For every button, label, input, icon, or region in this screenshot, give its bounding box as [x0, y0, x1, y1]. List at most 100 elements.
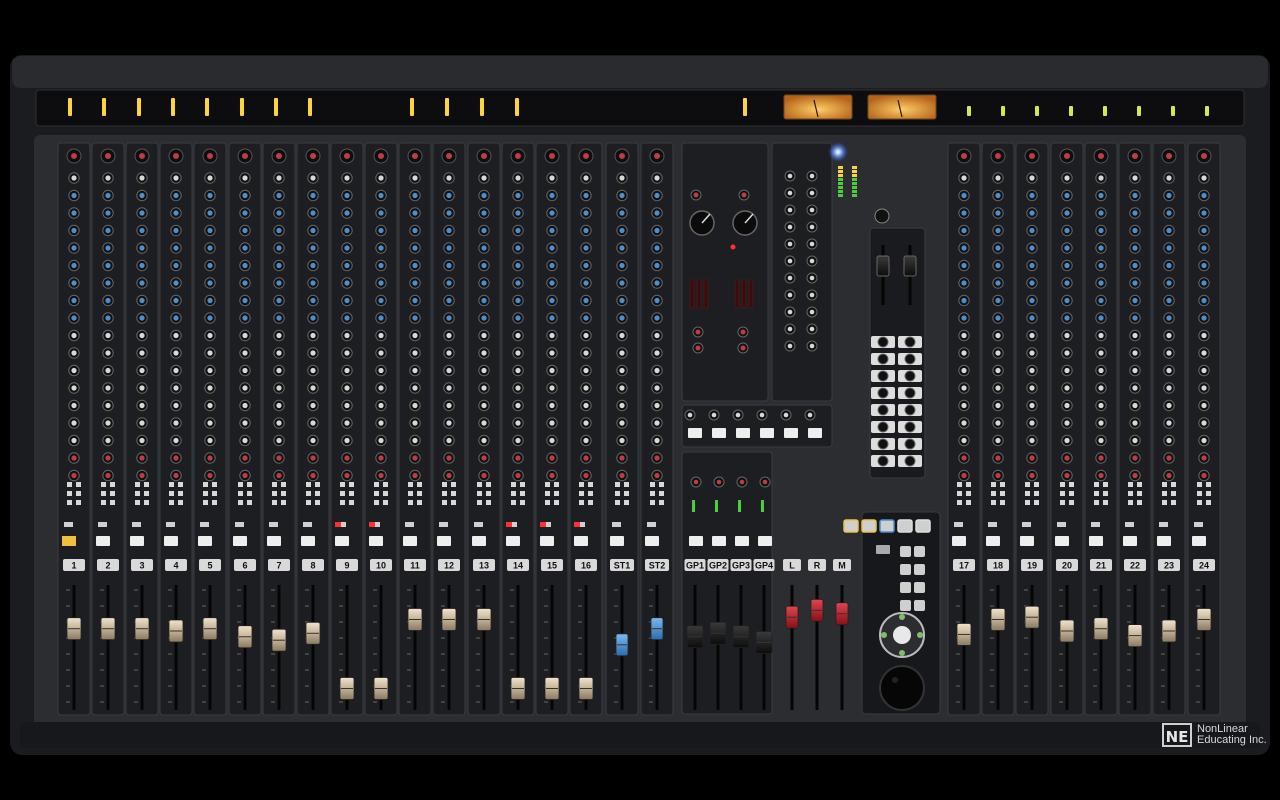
- route-button[interactable]: [349, 500, 354, 505]
- route-button[interactable]: [306, 491, 311, 496]
- daw-key[interactable]: [914, 582, 925, 593]
- route-button[interactable]: [991, 482, 996, 487]
- route-button[interactable]: [408, 500, 413, 505]
- group-button[interactable]: [712, 536, 726, 546]
- transport-key[interactable]: [843, 519, 859, 533]
- route-button[interactable]: [1094, 482, 1099, 487]
- solo-button[interactable]: [1055, 536, 1069, 546]
- route-button[interactable]: [545, 500, 550, 505]
- route-button[interactable]: [1034, 491, 1039, 496]
- route-button[interactable]: [545, 491, 550, 496]
- route-button[interactable]: [247, 500, 252, 505]
- route-button[interactable]: [579, 500, 584, 505]
- route-button[interactable]: [966, 491, 971, 496]
- route-button[interactable]: [486, 491, 491, 496]
- aux-button[interactable]: [760, 428, 774, 438]
- route-button[interactable]: [1197, 491, 1202, 496]
- aux-button[interactable]: [712, 428, 726, 438]
- group-button[interactable]: [735, 536, 749, 546]
- solo-button[interactable]: [335, 536, 349, 546]
- route-button[interactable]: [1128, 500, 1133, 505]
- monitor-knob[interactable]: [877, 404, 889, 416]
- route-button[interactable]: [340, 491, 345, 496]
- route-button[interactable]: [650, 482, 655, 487]
- route-button[interactable]: [238, 491, 243, 496]
- aux-button[interactable]: [688, 428, 702, 438]
- route-button[interactable]: [554, 500, 559, 505]
- route-button[interactable]: [281, 482, 286, 487]
- aux-button[interactable]: [808, 428, 822, 438]
- route-button[interactable]: [520, 482, 525, 487]
- route-button[interactable]: [374, 491, 379, 496]
- route-button[interactable]: [281, 491, 286, 496]
- solo-button[interactable]: [952, 536, 966, 546]
- route-button[interactable]: [545, 482, 550, 487]
- solo-button[interactable]: [1089, 536, 1103, 546]
- daw-key[interactable]: [914, 564, 925, 575]
- route-button[interactable]: [650, 500, 655, 505]
- route-button[interactable]: [383, 491, 388, 496]
- route-button[interactable]: [1094, 500, 1099, 505]
- route-button[interactable]: [247, 491, 252, 496]
- route-button[interactable]: [1206, 491, 1211, 496]
- aux-button[interactable]: [784, 428, 798, 438]
- route-button[interactable]: [1128, 491, 1133, 496]
- monitor-knob[interactable]: [904, 421, 916, 433]
- route-button[interactable]: [110, 482, 115, 487]
- route-button[interactable]: [1034, 482, 1039, 487]
- route-button[interactable]: [272, 491, 277, 496]
- route-button[interactable]: [624, 482, 629, 487]
- route-button[interactable]: [966, 482, 971, 487]
- solo-button-active[interactable]: [62, 536, 76, 546]
- solo-button[interactable]: [986, 536, 1000, 546]
- route-button[interactable]: [1025, 491, 1030, 496]
- route-button[interactable]: [306, 482, 311, 487]
- transport-key[interactable]: [879, 519, 895, 533]
- route-button[interactable]: [579, 491, 584, 496]
- route-button[interactable]: [1197, 482, 1202, 487]
- route-button[interactable]: [1060, 491, 1065, 496]
- solo-button[interactable]: [198, 536, 212, 546]
- monitor-knob[interactable]: [877, 421, 889, 433]
- daw-key[interactable]: [914, 546, 925, 557]
- route-button[interactable]: [1060, 482, 1065, 487]
- route-button[interactable]: [238, 482, 243, 487]
- solo-button[interactable]: [403, 536, 417, 546]
- route-button[interactable]: [315, 500, 320, 505]
- monitor-fader-cap[interactable]: [876, 255, 890, 277]
- route-button[interactable]: [110, 491, 115, 496]
- route-button[interactable]: [169, 482, 174, 487]
- route-button[interactable]: [957, 482, 962, 487]
- route-button[interactable]: [340, 482, 345, 487]
- monitor-knob[interactable]: [877, 336, 889, 348]
- route-button[interactable]: [659, 491, 664, 496]
- solo-button[interactable]: [1020, 536, 1034, 546]
- solo-button[interactable]: [472, 536, 486, 546]
- solo-button[interactable]: [369, 536, 383, 546]
- route-button[interactable]: [144, 491, 149, 496]
- route-button[interactable]: [306, 500, 311, 505]
- route-button[interactable]: [212, 491, 217, 496]
- monitor-knob[interactable]: [904, 438, 916, 450]
- monitor-knob[interactable]: [877, 455, 889, 467]
- route-button[interactable]: [417, 491, 422, 496]
- route-button[interactable]: [588, 482, 593, 487]
- monitor-knob[interactable]: [877, 353, 889, 365]
- route-button[interactable]: [554, 482, 559, 487]
- solo-button[interactable]: [267, 536, 281, 546]
- route-button[interactable]: [67, 491, 72, 496]
- route-button[interactable]: [374, 482, 379, 487]
- route-button[interactable]: [1094, 491, 1099, 496]
- route-button[interactable]: [1000, 482, 1005, 487]
- route-button[interactable]: [1137, 491, 1142, 496]
- route-button[interactable]: [101, 482, 106, 487]
- route-button[interactable]: [135, 491, 140, 496]
- solo-button[interactable]: [437, 536, 451, 546]
- solo-button[interactable]: [574, 536, 588, 546]
- route-button[interactable]: [144, 500, 149, 505]
- route-button[interactable]: [1162, 500, 1167, 505]
- route-button[interactable]: [615, 482, 620, 487]
- daw-key[interactable]: [914, 600, 925, 611]
- route-button[interactable]: [1069, 491, 1074, 496]
- route-button[interactable]: [110, 500, 115, 505]
